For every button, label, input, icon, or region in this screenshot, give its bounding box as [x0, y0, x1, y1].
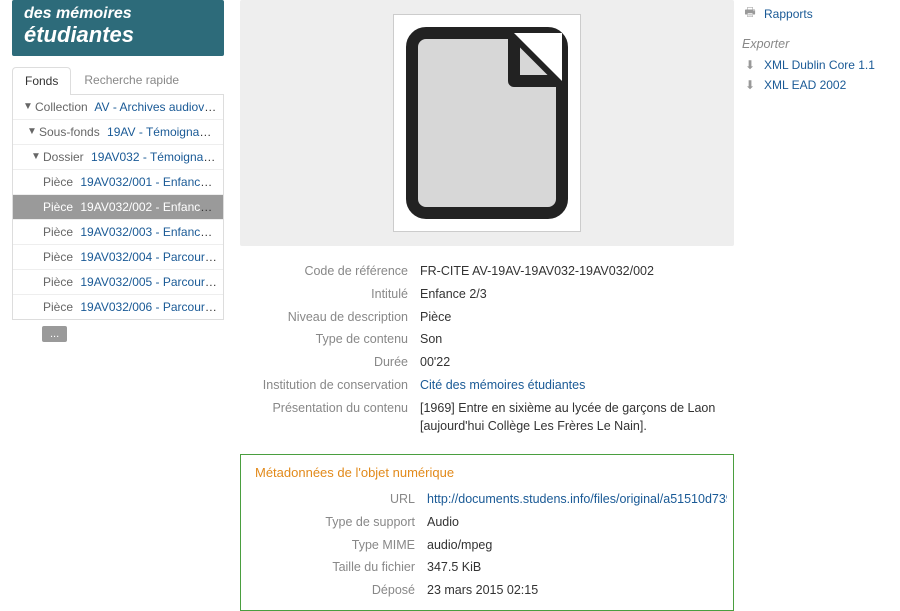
caret-down-icon: ▼: [31, 151, 41, 162]
caret-down-icon: ▼: [23, 101, 33, 112]
export-dc-link[interactable]: ⬇ XML Dublin Core 1.1: [742, 55, 900, 75]
field-value: Audio: [427, 513, 459, 532]
field-value: Pièce: [420, 308, 451, 327]
link-label: Rapports: [764, 7, 813, 21]
field-value: FR-CITE AV-19AV-19AV032-19AV032/002: [420, 262, 654, 281]
tree-item[interactable]: Pièce 19AV032/004 - Parcours scolaire ..…: [13, 245, 223, 270]
reports-link[interactable]: 🖶 Rapports: [742, 0, 900, 27]
document-icon: [402, 23, 572, 223]
caret-down-icon: ▼: [27, 126, 37, 137]
tree-item[interactable]: Pièce 19AV032/006 - Parcours scolaire ..…: [13, 295, 223, 319]
description-fields: Code de référenceFR-CITE AV-19AV-19AV032…: [240, 260, 734, 438]
tree-collection[interactable]: ▼ Collection AV - Archives audiovisuelle…: [13, 95, 223, 120]
field-label: Type MIME: [247, 536, 427, 555]
field-label: Déposé: [247, 581, 427, 600]
tree-more-button[interactable]: ...: [42, 326, 67, 342]
tab-fonds[interactable]: Fonds: [12, 67, 71, 95]
field-value: 00'22: [420, 353, 450, 372]
tree-item[interactable]: Pièce 19AV032/003 - Enfance 3/3: [13, 220, 223, 245]
field-value: Enfance 2/3: [420, 285, 487, 304]
field-label: Intitulé: [240, 285, 420, 304]
field-label: Institution de conservation: [240, 376, 420, 395]
field-label: Type de contenu: [240, 330, 420, 349]
tree-tabs: Fonds Recherche rapide: [12, 66, 224, 95]
link-label: XML Dublin Core 1.1: [764, 58, 875, 72]
download-icon: ⬇: [742, 58, 758, 72]
field-label: Code de référence: [240, 262, 420, 281]
tree-item[interactable]: Pièce 19AV032/005 - Parcours scolaire ..…: [13, 270, 223, 295]
preview-thumbnail[interactable]: [393, 14, 581, 232]
digital-object-metadata: Métadonnées de l'objet numérique URLhttp…: [240, 454, 734, 611]
tree-item[interactable]: Pièce 19AV032/001 - Enfance 1/3: [13, 170, 223, 195]
tree: ▼ Collection AV - Archives audiovisuelle…: [12, 95, 224, 320]
print-icon: 🖶: [742, 3, 758, 24]
field-label: URL: [247, 490, 427, 509]
object-url-link[interactable]: http://documents.studens.info/files/orig…: [427, 490, 727, 509]
field-value: Son: [420, 330, 442, 349]
download-icon: ⬇: [742, 78, 758, 92]
field-label: Type de support: [247, 513, 427, 532]
tab-quick-search[interactable]: Recherche rapide: [71, 66, 192, 94]
export-ead-link[interactable]: ⬇ XML EAD 2002: [742, 75, 900, 95]
field-label: Durée: [240, 353, 420, 372]
metadata-heading: Métadonnées de l'objet numérique: [255, 465, 727, 480]
field-label: Taille du fichier: [247, 558, 427, 577]
logo-line2: étudiantes: [24, 23, 212, 46]
field-label: Niveau de description: [240, 308, 420, 327]
tree-sousfonds[interactable]: ▼ Sous-fonds 19AV - Témoignages: [13, 120, 223, 145]
field-value: 23 mars 2015 02:15: [427, 581, 538, 600]
tree-dossier[interactable]: ▼ Dossier 19AV032 - Témoignage de Gille.…: [13, 145, 223, 170]
preview-area: [240, 0, 734, 246]
link-label: XML EAD 2002: [764, 78, 846, 92]
field-value: audio/mpeg: [427, 536, 492, 555]
tree-item-selected[interactable]: Pièce 19AV032/002 - Enfance 2/3: [13, 195, 223, 220]
field-value: [1969] Entre en sixième au lycée de garç…: [420, 399, 734, 437]
institution-link[interactable]: Cité des mémoires étudiantes: [420, 376, 585, 395]
export-heading: Exporter: [742, 37, 900, 51]
field-value: 347.5 KiB: [427, 558, 481, 577]
field-label: Présentation du contenu: [240, 399, 420, 437]
logo-line1: des mémoires: [24, 6, 212, 23]
app-logo[interactable]: des mémoires étudiantes: [12, 0, 224, 56]
